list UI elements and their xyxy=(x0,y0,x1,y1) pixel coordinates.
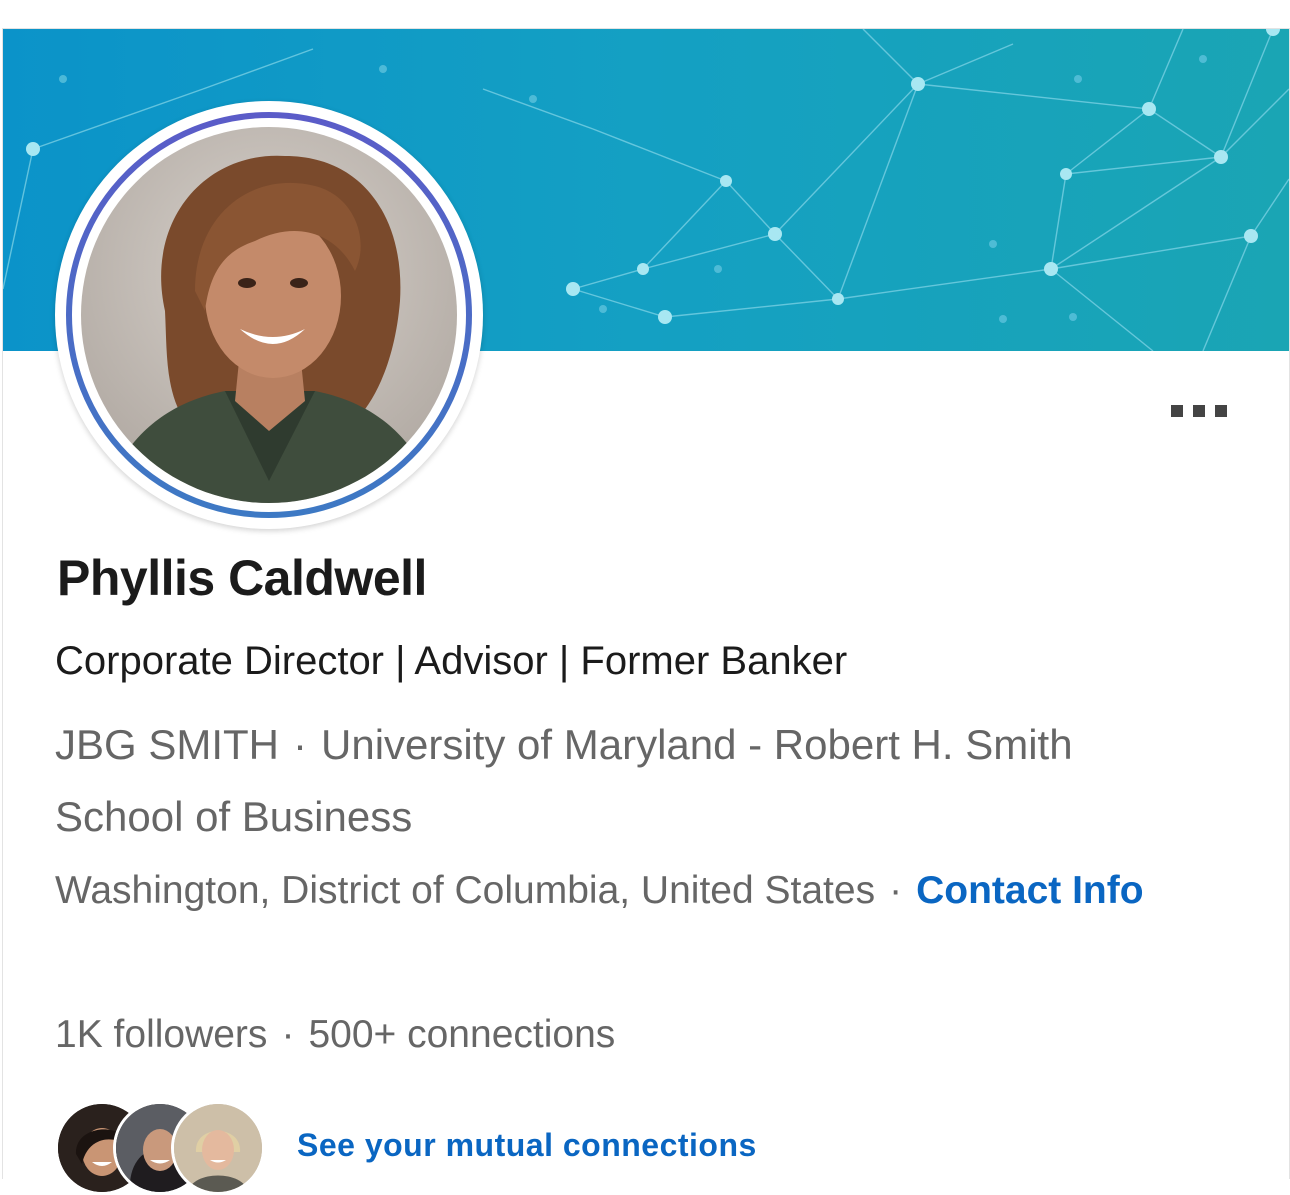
mutual-connections-row[interactable]: See your mutual connections xyxy=(55,1097,757,1195)
profile-headline: Corporate Director | Advisor | Former Ba… xyxy=(55,639,848,683)
profile-photo-image xyxy=(66,112,472,518)
more-horizontal-icon-dot xyxy=(1215,405,1227,417)
separator: · xyxy=(889,869,903,912)
see-mutual-connections-link[interactable]: See your mutual connections xyxy=(297,1127,757,1164)
followers-count: 1K followers xyxy=(55,1013,268,1056)
current-company[interactable]: JBG SMITH xyxy=(55,721,279,768)
more-horizontal-icon-dot xyxy=(1193,405,1205,417)
more-options-button[interactable] xyxy=(1171,401,1235,421)
profile-location-row: Washington, District of Columbia, United… xyxy=(55,859,1235,923)
mutual-avatar xyxy=(171,1101,265,1195)
profile-card: Phyllis Caldwell Corporate Director | Ad… xyxy=(2,28,1290,1195)
mutual-avatars xyxy=(55,1097,275,1195)
contact-info-link[interactable]: Contact Info xyxy=(916,869,1143,912)
profile-stats: 1K followers · 500+ connections xyxy=(55,1013,615,1057)
connections-count[interactable]: 500+ connections xyxy=(308,1013,615,1056)
separator: · xyxy=(281,1013,295,1056)
location-text: Washington, District of Columbia, United… xyxy=(55,869,876,912)
more-horizontal-icon xyxy=(1171,405,1183,417)
profile-photo[interactable] xyxy=(55,101,483,529)
separator: · xyxy=(293,721,308,768)
profile-name: Phyllis Caldwell xyxy=(57,550,427,606)
profile-orgs: JBG SMITH · University of Maryland - Rober… xyxy=(55,709,1205,853)
